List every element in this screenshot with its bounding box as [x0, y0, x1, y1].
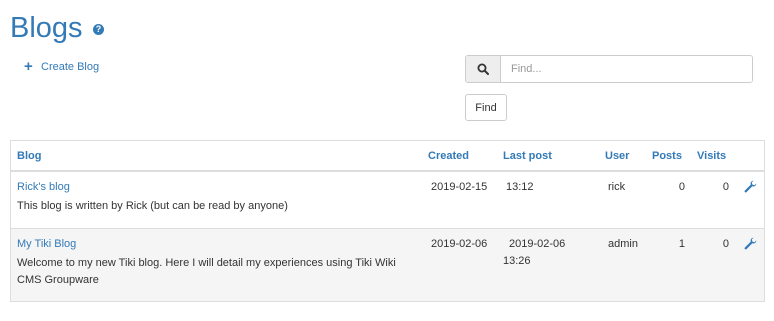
wrench-icon[interactable]	[744, 180, 757, 193]
column-header-visits[interactable]: Visits	[697, 150, 726, 162]
created-date: 2019-02-06	[431, 238, 488, 250]
create-blog-label: Create Blog	[41, 61, 100, 73]
created-date: 2019-02-15	[431, 181, 488, 193]
last-post-date: 2019-02-06	[509, 238, 566, 250]
posts-count: 0	[678, 181, 685, 193]
blog-title-link[interactable]: My Tiki Blog	[17, 238, 76, 250]
search-icon	[466, 56, 501, 82]
visits-count: 0	[722, 181, 729, 193]
column-header-last-post[interactable]: Last post	[503, 150, 552, 162]
column-header-blog[interactable]: Blog	[17, 150, 41, 162]
question-circle-icon[interactable]: ?	[93, 24, 104, 35]
page-title: Blogs	[10, 12, 83, 44]
table-row: My Tiki Blog Welcome to my new Tiki blog…	[11, 229, 764, 301]
last-post: 13:12	[506, 181, 534, 193]
blog-description: Welcome to my new Tiki blog. Here I will…	[17, 257, 396, 286]
plus-icon: +	[24, 58, 33, 75]
visits-count: 0	[722, 238, 729, 250]
blogs-table: Blog Created Last post User Posts Visits…	[10, 140, 765, 302]
wrench-icon[interactable]	[744, 237, 757, 250]
column-header-posts[interactable]: Posts	[652, 150, 682, 162]
blog-description: This blog is written by Rick (but can be…	[17, 200, 288, 212]
blog-user: rick	[608, 181, 626, 193]
blog-title-link[interactable]: Rick's blog	[17, 181, 70, 193]
table-header: Blog Created Last post User Posts Visits	[11, 141, 764, 172]
table-row: Rick's blog This blog is written by Rick…	[11, 172, 764, 229]
search-input[interactable]	[501, 56, 752, 82]
posts-count: 1	[678, 238, 685, 250]
find-button[interactable]: Find	[465, 94, 507, 121]
last-post-time: 13:26	[503, 255, 531, 267]
search-group	[465, 55, 753, 83]
blog-user: admin	[608, 238, 638, 250]
create-blog-link[interactable]: + Create Blog	[24, 58, 100, 75]
column-header-user[interactable]: User	[605, 150, 629, 162]
column-header-created[interactable]: Created	[428, 150, 469, 162]
